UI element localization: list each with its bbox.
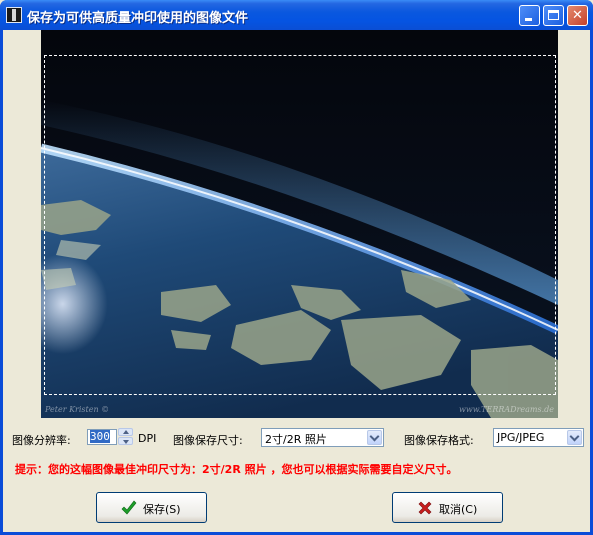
title-bar[interactable]: 保存为可供高质量冲印使用的图像文件 ✕ (0, 0, 593, 30)
watermark-left: Peter Kristen © (45, 405, 110, 414)
resolution-input[interactable]: 300 (87, 429, 117, 445)
close-button[interactable]: ✕ (567, 5, 588, 26)
format-label: 图像保存格式: (404, 434, 474, 447)
cancel-button[interactable]: 取消(C) (392, 492, 503, 523)
image-preview: Peter Kristen © www.TERRADreams.de (41, 30, 558, 418)
app-icon (6, 7, 22, 23)
save-button[interactable]: 保存(S) (96, 492, 207, 523)
resolution-value: 300 (90, 430, 110, 443)
size-label: 图像保存尺寸: (173, 434, 243, 447)
x-mark-icon (418, 501, 432, 515)
close-icon: ✕ (572, 8, 583, 23)
resolution-spinner[interactable] (118, 428, 134, 446)
resolution-unit: DPI (138, 432, 157, 445)
checkmark-icon (121, 500, 137, 515)
chevron-down-icon[interactable] (567, 430, 582, 445)
chevron-down-icon[interactable] (367, 430, 382, 445)
maximize-icon (548, 10, 559, 20)
watermark-right: www.TERRADreams.de (459, 405, 554, 414)
resolution-label: 图像分辨率: (12, 434, 71, 447)
maximize-button[interactable] (543, 5, 564, 26)
format-value: JPG/JPEG (497, 431, 545, 444)
minimize-button[interactable] (519, 5, 540, 26)
size-value: 2寸/2R 照片 (265, 433, 327, 446)
minimize-icon (525, 18, 532, 21)
spin-down-icon[interactable] (118, 437, 133, 445)
format-select[interactable]: JPG/JPEG (493, 428, 584, 447)
size-select[interactable]: 2寸/2R 照片 (261, 428, 384, 447)
crop-frame[interactable] (44, 55, 556, 395)
dialog-window: 保存为可供高质量冲印使用的图像文件 ✕ Peter Kristen © www.… (0, 0, 593, 535)
spin-up-icon[interactable] (118, 428, 133, 436)
cancel-button-label: 取消(C) (439, 503, 478, 516)
save-button-label: 保存(S) (143, 503, 181, 516)
hint-text: 提示：您的这幅图像最佳冲印尺寸为：2寸/2R 照片 ，您也可以根据实际需要自定义… (15, 463, 458, 476)
window-title: 保存为可供高质量冲印使用的图像文件 (27, 11, 249, 26)
